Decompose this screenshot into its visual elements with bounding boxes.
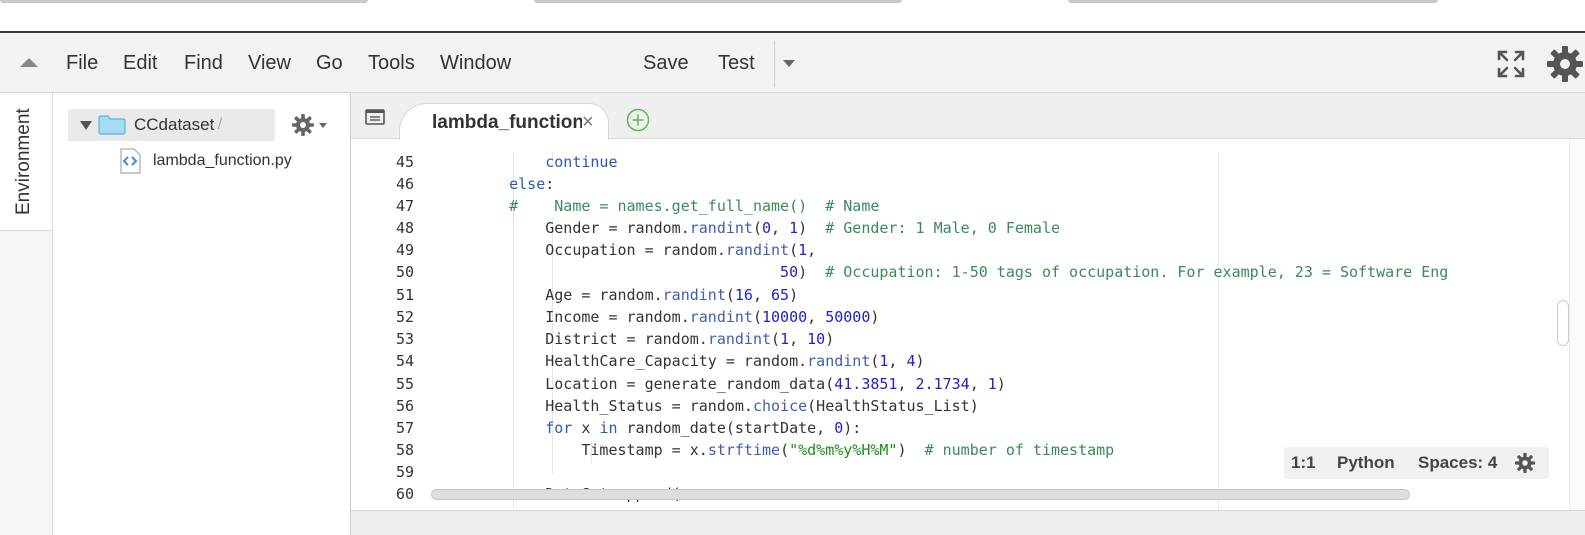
code-line: Occupation = random.randint(1, xyxy=(473,241,817,259)
code-line: Gender = random.randint(0, 1) # Gender: … xyxy=(473,219,1061,237)
line-number: 56 xyxy=(395,397,414,415)
vertical-scrollbar[interactable] xyxy=(1569,140,1585,510)
menu-separator xyxy=(774,41,775,87)
environment-tab[interactable]: Environment xyxy=(0,93,52,231)
editor-tab-bar: lambda_function × xyxy=(351,93,1585,140)
menu-find[interactable]: Find xyxy=(184,33,223,93)
gear-icon[interactable] xyxy=(1514,452,1536,474)
tree-root-path: - / xyxy=(208,116,223,133)
collapse-menu-icon[interactable] xyxy=(20,58,38,67)
tab-list-icon[interactable] xyxy=(365,109,385,125)
indent-setting[interactable]: Spaces: 4 xyxy=(1418,447,1497,479)
code-line: District = random.randint(1, 10) xyxy=(473,330,835,348)
tab-label: lambda_function xyxy=(432,112,582,133)
tree-settings-icon[interactable] xyxy=(291,113,315,137)
environment-strip: Environment xyxy=(0,93,53,535)
code-line: continue xyxy=(545,153,618,171)
file-tree-panel: CCdataset - / lambda_function.py xyxy=(53,93,351,535)
menu-go[interactable]: Go xyxy=(316,33,343,93)
line-number: 58 xyxy=(395,441,414,459)
python-file-icon xyxy=(120,148,141,174)
line-number: 47 xyxy=(395,197,414,215)
code-line: # Name = names.get_full_name() # Name xyxy=(509,197,880,215)
tree-root-folder[interactable]: CCdataset - / xyxy=(68,109,275,141)
menu-bar: File Edit Find View Go Tools Window Save… xyxy=(0,33,1585,93)
line-gutter: 45 46 47 48 49 50 51 52 53 54 55 56 57 5… xyxy=(351,140,428,510)
menu-file[interactable]: File xyxy=(66,33,98,93)
file-item-lambda-function[interactable]: lambda_function.py xyxy=(153,148,292,174)
editor-status-bar: 1:1 Python Spaces: 4 xyxy=(1284,447,1549,479)
gear-icon[interactable] xyxy=(1545,44,1585,84)
menu-edit[interactable]: Edit xyxy=(123,33,157,93)
panel-tab-stub[interactable] xyxy=(0,0,368,3)
bottom-panel-bar xyxy=(351,510,1585,535)
test-button[interactable]: Test xyxy=(718,33,755,93)
expand-caret-icon[interactable] xyxy=(80,121,92,130)
cursor-position[interactable]: 1:1 xyxy=(1291,447,1316,479)
save-button[interactable]: Save xyxy=(643,33,689,93)
line-number: 49 xyxy=(395,241,414,259)
code-line: else: xyxy=(509,175,555,193)
close-icon[interactable]: × xyxy=(582,110,594,134)
line-number: 57 xyxy=(395,419,414,437)
horizontal-scrollbar[interactable] xyxy=(431,489,1410,500)
line-number: 51 xyxy=(395,286,414,304)
line-number: 52 xyxy=(395,308,414,326)
line-number: 53 xyxy=(395,330,414,348)
code-line: for x in random_date(startDate, 0): xyxy=(545,419,862,437)
language-mode[interactable]: Python xyxy=(1337,447,1395,479)
panel-tab-stub[interactable] xyxy=(1068,0,1438,3)
fullscreen-icon[interactable] xyxy=(1497,50,1525,78)
line-number: 48 xyxy=(395,219,414,237)
menu-tools[interactable]: Tools xyxy=(368,33,415,93)
tab-lambda-function[interactable]: lambda_function × xyxy=(399,103,609,140)
code-line: 50) # Occupation: 1-50 tags of occupatio… xyxy=(780,263,1449,281)
line-number: 59 xyxy=(395,463,414,481)
code-line: Income = random.randint(10000, 50000) xyxy=(473,308,880,326)
folder-icon xyxy=(98,115,126,135)
line-number: 54 xyxy=(395,352,414,370)
line-number: 50 xyxy=(395,263,414,281)
menu-view[interactable]: View xyxy=(248,33,291,93)
tree-root-label: CCdataset xyxy=(134,115,215,134)
line-number: 55 xyxy=(395,375,414,393)
code-line: Age = random.randint(16, 65) xyxy=(473,286,799,304)
code-line: Health_Status = random.choice(HealthStat… xyxy=(473,397,979,415)
line-number: 46 xyxy=(395,175,414,193)
tree-settings-caret-icon[interactable] xyxy=(319,123,327,128)
panel-tab-stub[interactable] xyxy=(534,0,902,3)
environment-label: Environment xyxy=(13,108,34,216)
code-line: HealthCare_Capacity = random.randint(1, … xyxy=(473,352,925,370)
code-line: Location = generate_random_data(41.3851,… xyxy=(473,375,1006,393)
add-tab-icon[interactable] xyxy=(626,108,650,132)
vertical-scroll-thumb[interactable] xyxy=(1557,300,1569,346)
menu-window[interactable]: Window xyxy=(440,33,511,93)
test-dropdown-icon[interactable] xyxy=(783,60,795,67)
line-number: 45 xyxy=(395,153,414,171)
browser-top-strip xyxy=(0,0,1585,33)
line-number: 60 xyxy=(395,485,414,503)
